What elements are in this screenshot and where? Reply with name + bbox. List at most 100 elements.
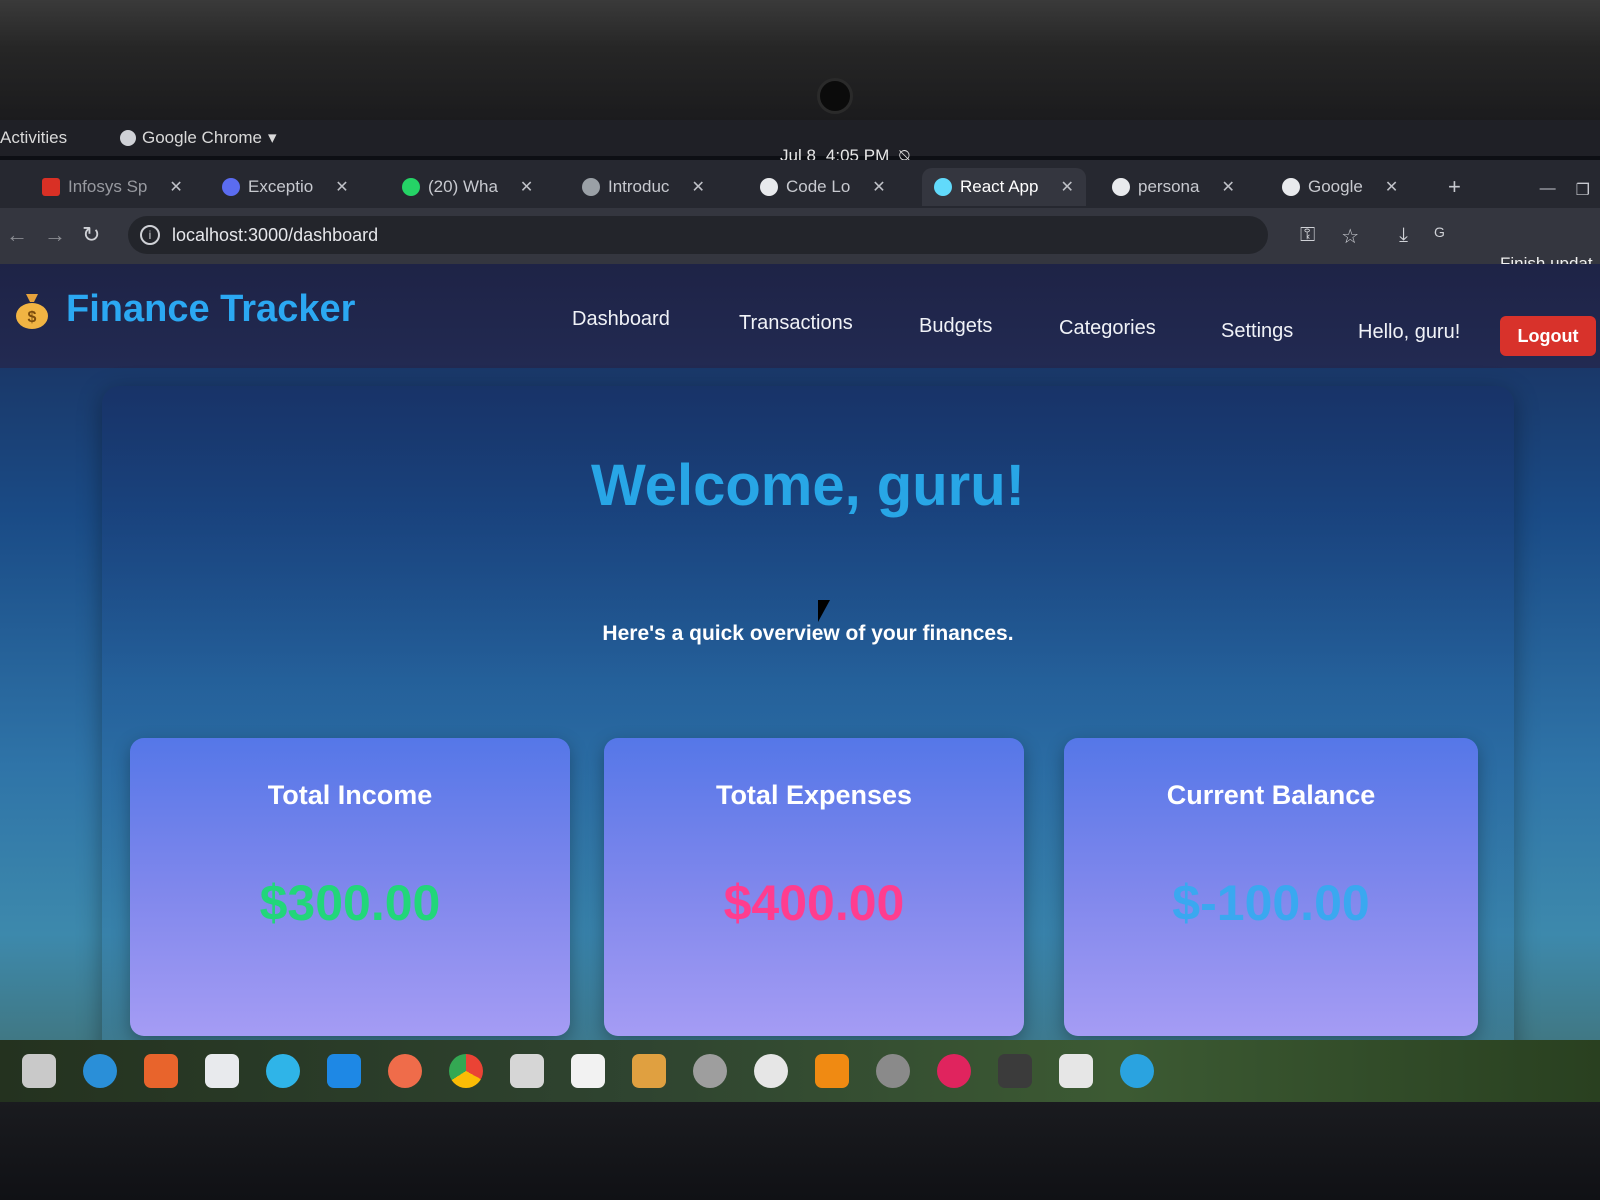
tab[interactable]: Introduc ✕ (570, 168, 717, 206)
whatsapp-icon (402, 178, 420, 196)
restore-icon[interactable]: ❐ (1576, 180, 1590, 200)
activities-button[interactable]: Activities (0, 128, 67, 148)
tab-label: React App (960, 177, 1039, 196)
tab[interactable]: persona ✕ (1100, 168, 1247, 206)
postman-icon[interactable] (388, 1054, 422, 1088)
user-greeting: Hello, guru! (1358, 321, 1461, 343)
profile-icon[interactable]: G (1434, 224, 1445, 249)
image-viewer-icon[interactable] (510, 1054, 544, 1088)
app-menu-label: Google Chrome (142, 128, 263, 147)
vlc-icon[interactable] (815, 1054, 849, 1088)
dashboard-panel: Welcome, guru! Here's a quick overview o… (102, 386, 1514, 1102)
mouse-cursor (818, 600, 830, 622)
app-navbar: $ Finance Tracker Dashboard Transactions… (0, 264, 1600, 368)
expenses-card: Total Expenses $400.00 (604, 738, 1024, 1036)
alert-icon[interactable] (937, 1054, 971, 1088)
money-bag-icon: $ (16, 293, 48, 329)
react-icon (934, 178, 952, 196)
dock (0, 1040, 1600, 1102)
brand-title: Finance Tracker (66, 288, 356, 330)
favicon-icon (222, 178, 240, 196)
files-icon[interactable] (22, 1054, 56, 1088)
tab[interactable]: Code Lo ✕ (748, 168, 898, 206)
close-icon[interactable]: ✕ (520, 177, 533, 197)
settings-icon[interactable] (693, 1054, 727, 1088)
close-icon[interactable]: ✕ (872, 177, 885, 197)
nav-categories[interactable]: Categories (1059, 317, 1156, 340)
text-editor-icon[interactable] (205, 1054, 239, 1088)
tab-label: Google (1308, 177, 1363, 196)
thunderbird-icon[interactable] (83, 1054, 117, 1088)
chrome-icon (120, 130, 136, 146)
tab[interactable]: Google ✕ (1270, 168, 1410, 206)
tab[interactable]: Exceptio ✕ (210, 168, 361, 206)
forward-icon[interactable]: → (44, 222, 66, 248)
tab-label: (20) Wha (428, 177, 498, 196)
bookmark-star-icon[interactable]: ☆ (1341, 224, 1359, 249)
window-controls: — ❐ (1540, 180, 1590, 200)
new-tab-icon[interactable]: + (1448, 174, 1461, 200)
archive-icon[interactable] (632, 1054, 666, 1088)
vscode-icon[interactable] (327, 1054, 361, 1088)
screen: { "os": { "activities": "Activities", "a… (0, 0, 1600, 1200)
address-bar[interactable]: i localhost:3000/dashboard (128, 216, 1268, 254)
telegram-icon[interactable] (1120, 1054, 1154, 1088)
expenses-amount: $400.00 (723, 875, 905, 931)
svg-text:$: $ (28, 309, 37, 326)
brand[interactable]: $ Finance Tracker (14, 288, 355, 331)
favicon-icon (582, 178, 600, 196)
close-icon[interactable]: ✕ (1221, 177, 1234, 197)
github-icon (1112, 178, 1130, 196)
close-icon[interactable]: ✕ (1060, 177, 1073, 197)
webcam (817, 78, 853, 114)
welcome-subtitle: Here's a quick overview of your finances… (602, 622, 1014, 645)
gmail-icon (42, 178, 60, 196)
income-amount: $300.00 (259, 875, 441, 931)
close-icon[interactable]: ✕ (691, 177, 704, 197)
url-text: localhost:3000/dashboard (172, 224, 379, 245)
tab-label: Introduc (608, 177, 670, 196)
nav-transactions[interactable]: Transactions (739, 312, 853, 335)
help-icon[interactable] (266, 1054, 300, 1088)
disk-icon[interactable] (754, 1054, 788, 1088)
tab-label: persona (1138, 177, 1200, 196)
card-title: Current Balance (1166, 780, 1376, 810)
close-icon[interactable]: ✕ (1385, 177, 1398, 197)
tab-label: Exceptio (248, 177, 314, 196)
site-info-icon[interactable]: i (140, 225, 160, 245)
chrome-icon[interactable] (449, 1054, 483, 1088)
tab-active[interactable]: React App ✕ (922, 168, 1086, 206)
chevron-down-icon: ▾ (268, 128, 277, 147)
laptop-bezel-bottom (0, 1102, 1600, 1200)
reload-icon[interactable]: ↻ (82, 222, 100, 248)
nav-settings[interactable]: Settings (1221, 320, 1293, 343)
tab-strip: Infosys Sp ✕ Exceptio ✕ (20) Wha ✕ Intro… (0, 160, 1600, 208)
close-icon[interactable]: ✕ (169, 177, 182, 197)
back-icon[interactable]: ← (6, 222, 28, 248)
tab[interactable]: Infosys Sp ✕ (30, 168, 195, 206)
app-menu[interactable]: Google Chrome ▾ (120, 128, 277, 148)
password-key-icon[interactable]: ⚿ (1300, 224, 1315, 249)
document-icon[interactable] (571, 1054, 605, 1088)
notes-icon[interactable] (1059, 1054, 1093, 1088)
balance-card: Current Balance $-100.00 (1064, 738, 1478, 1036)
close-icon[interactable]: ✕ (335, 177, 348, 197)
balance-amount: $-100.00 (1172, 875, 1370, 931)
favicon-icon (760, 178, 778, 196)
download-icon[interactable]: ⤓ (1399, 224, 1408, 249)
tab-label: Code Lo (786, 177, 851, 196)
finance-app: $ Finance Tracker Dashboard Transactions… (0, 264, 1600, 1102)
minimize-icon[interactable]: — (1540, 180, 1556, 200)
terminal-icon[interactable] (998, 1054, 1032, 1088)
tab[interactable]: (20) Wha ✕ (390, 168, 545, 206)
income-card: Total Income $300.00 (130, 738, 570, 1036)
tab-label: Infosys Sp (68, 177, 148, 196)
nav-dashboard[interactable]: Dashboard (572, 308, 670, 331)
app-store-icon[interactable] (876, 1054, 910, 1088)
software-center-icon[interactable] (144, 1054, 178, 1088)
laptop-bezel-top (0, 0, 1600, 120)
nav-budgets[interactable]: Budgets (919, 315, 992, 338)
welcome-heading: Welcome, guru! (591, 453, 1025, 518)
logout-button[interactable]: Logout (1500, 316, 1596, 356)
browser-toolbar: ← → ↻ i localhost:3000/dashboard ⚿ ☆ ⤓ G… (0, 208, 1600, 273)
